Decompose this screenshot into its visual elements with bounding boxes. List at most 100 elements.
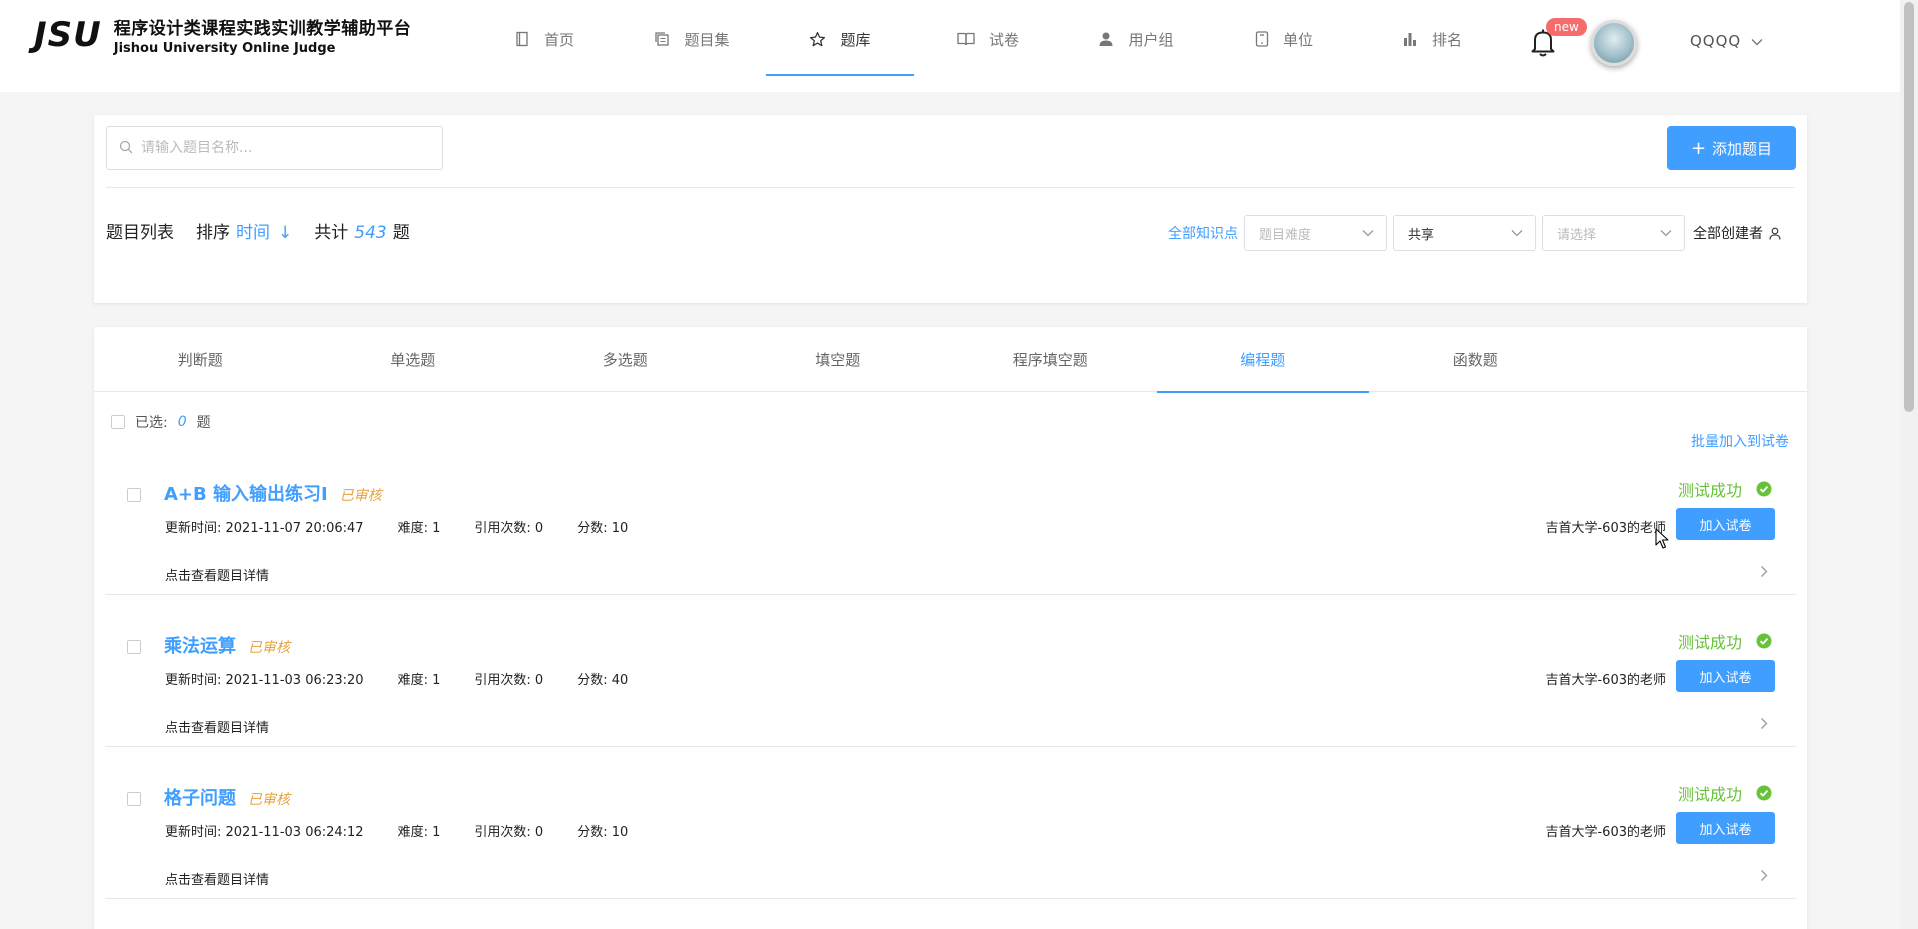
add-to-exam-button[interactable]: 加入试卷 bbox=[1676, 508, 1775, 540]
difficulty: 难度: 1 bbox=[397, 673, 441, 688]
list-item: A+B 输入输出练习I 已审核 更新时间: 2021-11-07 20:06:4… bbox=[105, 445, 1796, 595]
test-status: 测试成功 bbox=[1678, 477, 1772, 501]
updated-time: 更新时间: 2021-11-07 20:06:47 bbox=[165, 521, 364, 536]
creator-filter[interactable]: 全部创建者 bbox=[1693, 223, 1781, 243]
tab-function[interactable]: 函数题 bbox=[1369, 327, 1582, 392]
search-input[interactable] bbox=[141, 140, 421, 156]
reference-count: 引用次数: 0 bbox=[474, 825, 544, 840]
check-circle-icon bbox=[1756, 785, 1772, 801]
item-title-row: 乘法运算 已审核 bbox=[164, 632, 290, 658]
difficulty-select[interactable]: 题目难度 bbox=[1244, 215, 1387, 251]
difficulty-placeholder: 题目难度 bbox=[1259, 227, 1312, 243]
nav-item-home[interactable]: 首页 bbox=[470, 0, 618, 78]
tab-fill-blank[interactable]: 填空题 bbox=[732, 327, 945, 392]
updated-time: 更新时间: 2021-11-03 06:23:20 bbox=[165, 673, 364, 688]
review-status: 已审核 bbox=[248, 792, 290, 808]
total-prefix: 共计 bbox=[314, 223, 349, 243]
nav-item-units[interactable]: 单位 bbox=[1210, 0, 1358, 78]
notification-badge: new bbox=[1546, 18, 1587, 36]
list-meta: 题目列表 排序 时间 ↓ 共计 543 题 bbox=[106, 218, 410, 243]
page-scrollbar[interactable] bbox=[1900, 0, 1918, 929]
nav-item-user-groups[interactable]: 用户组 bbox=[1062, 0, 1210, 78]
sort-arrow-icon[interactable]: ↓ bbox=[278, 223, 292, 243]
view-detail-link[interactable]: 点击查看题目详情 bbox=[165, 869, 269, 888]
generic-select[interactable]: 请选择 bbox=[1542, 215, 1685, 251]
filter-controls: 全部知识点 题目难度 共享 请选择 全部创建者 bbox=[1168, 215, 1781, 251]
view-detail-link[interactable]: 点击查看题目详情 bbox=[165, 565, 269, 584]
test-status: 测试成功 bbox=[1678, 629, 1772, 653]
logo-title-cn: 程序设计类课程实践实训教学辅助平台 bbox=[113, 19, 412, 39]
avatar[interactable] bbox=[1591, 20, 1637, 66]
item-checkbox[interactable] bbox=[127, 792, 141, 806]
score: 分数: 40 bbox=[577, 673, 629, 688]
mouse-cursor-icon bbox=[1655, 528, 1669, 554]
nav-label: 题目集 bbox=[684, 30, 730, 49]
nav-label: 单位 bbox=[1282, 30, 1313, 49]
score: 分数: 10 bbox=[577, 521, 629, 536]
tab-true-false[interactable]: 判断题 bbox=[94, 327, 307, 392]
chevron-down-icon bbox=[1751, 32, 1763, 50]
test-status: 测试成功 bbox=[1678, 781, 1772, 805]
bar-chart-icon bbox=[1402, 31, 1418, 47]
item-title-row: 格子问题 已审核 bbox=[164, 784, 290, 810]
logo-mark: JSU bbox=[34, 15, 102, 55]
chevron-right-icon[interactable] bbox=[1760, 867, 1768, 886]
problem-list-card: 判断题 单选题 多选题 填空题 程序填空题 编程题 函数题 已选: 0 题 批量… bbox=[94, 327, 1807, 929]
item-title[interactable]: 乘法运算 bbox=[164, 632, 236, 658]
add-to-exam-button[interactable]: 加入试卷 bbox=[1676, 812, 1775, 844]
total-count: 543 bbox=[354, 223, 387, 243]
copy-icon bbox=[654, 31, 670, 47]
nav-item-exams[interactable]: 试卷 bbox=[914, 0, 1062, 78]
item-title[interactable]: A+B 输入输出练习I bbox=[164, 480, 328, 506]
item-meta: 更新时间: 2021-11-03 06:24:12 难度: 1 引用次数: 0 … bbox=[165, 821, 662, 840]
item-checkbox[interactable] bbox=[127, 640, 141, 654]
user-icon bbox=[1098, 31, 1114, 47]
search-box[interactable] bbox=[106, 126, 443, 170]
item-checkbox[interactable] bbox=[127, 488, 141, 502]
difficulty: 难度: 1 bbox=[397, 521, 441, 536]
add-problem-label: 添加题目 bbox=[1712, 139, 1773, 158]
tab-multi-choice[interactable]: 多选题 bbox=[519, 327, 732, 392]
difficulty: 难度: 1 bbox=[397, 825, 441, 840]
logo[interactable]: JSU 程序设计类课程实践实训教学辅助平台 Jishou University … bbox=[34, 14, 411, 56]
author: 吉首大学-603的老师 bbox=[1545, 521, 1666, 536]
share-select[interactable]: 共享 bbox=[1393, 215, 1536, 251]
add-problem-button[interactable]: + 添加题目 bbox=[1667, 126, 1796, 170]
reference-count: 引用次数: 0 bbox=[474, 521, 544, 536]
tab-programming[interactable]: 编程题 bbox=[1156, 327, 1370, 393]
top-header: JSU 程序设计类课程实践实训教学辅助平台 Jishou University … bbox=[0, 0, 1900, 92]
review-status: 已审核 bbox=[248, 640, 290, 656]
test-status-label: 测试成功 bbox=[1677, 481, 1742, 500]
knowledge-point-filter[interactable]: 全部知识点 bbox=[1168, 223, 1238, 243]
main-nav: 首页 题目集 题库 试卷 用户组 单位 排名 bbox=[470, 0, 1506, 78]
review-status: 已审核 bbox=[339, 488, 382, 504]
nav-item-ranking[interactable]: 排名 bbox=[1358, 0, 1506, 78]
total-suffix: 题 bbox=[392, 223, 410, 243]
nav-label: 首页 bbox=[543, 30, 574, 49]
selected-count: 0 bbox=[177, 414, 187, 430]
chevron-right-icon[interactable] bbox=[1760, 715, 1768, 734]
username: QQQQ bbox=[1690, 32, 1742, 50]
chevron-right-icon[interactable] bbox=[1760, 563, 1768, 582]
check-circle-icon bbox=[1756, 481, 1772, 497]
test-status-label: 测试成功 bbox=[1677, 785, 1742, 804]
user-menu[interactable]: QQQQ bbox=[1690, 32, 1763, 50]
item-title[interactable]: 格子问题 bbox=[164, 784, 236, 810]
sort-field[interactable]: 时间 bbox=[236, 218, 270, 243]
reference-count: 引用次数: 0 bbox=[474, 673, 544, 688]
add-to-exam-button[interactable]: 加入试卷 bbox=[1676, 660, 1775, 692]
score: 分数: 10 bbox=[577, 825, 629, 840]
scrollbar-thumb[interactable] bbox=[1904, 2, 1914, 412]
user-outline-icon bbox=[1769, 227, 1781, 240]
filter-card: + 添加题目 题目列表 排序 时间 ↓ 共计 543 题 全部知识点 题目难度 … bbox=[94, 115, 1807, 303]
nav-label: 试卷 bbox=[988, 30, 1019, 49]
nav-item-problem-sets[interactable]: 题目集 bbox=[618, 0, 766, 78]
tab-single-choice[interactable]: 单选题 bbox=[307, 327, 520, 392]
nav-item-question-bank[interactable]: 题库 bbox=[766, 0, 914, 78]
select-all-checkbox[interactable] bbox=[111, 415, 125, 429]
plus-icon: + bbox=[1690, 137, 1707, 159]
item-meta: 更新时间: 2021-11-07 20:06:47 难度: 1 引用次数: 0 … bbox=[165, 517, 662, 536]
view-detail-link[interactable]: 点击查看题目详情 bbox=[165, 717, 269, 736]
updated-time: 更新时间: 2021-11-03 06:24:12 bbox=[165, 825, 364, 840]
tab-program-fill-blank[interactable]: 程序填空题 bbox=[944, 327, 1157, 392]
